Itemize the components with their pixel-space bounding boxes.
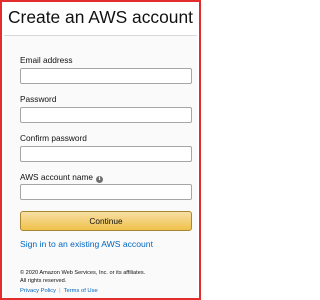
email-label: Email address — [20, 55, 73, 65]
account-name-field[interactable] — [20, 184, 192, 200]
email-field[interactable] — [20, 68, 192, 84]
signin-existing-account-link[interactable]: Sign in to an existing AWS account — [20, 239, 153, 249]
account-name-label-row: AWS account name i — [20, 172, 104, 183]
footer-links: Privacy Policy | Terms of Use — [20, 288, 98, 295]
continue-button[interactable]: Continue — [20, 211, 192, 231]
account-name-label: AWS account name — [20, 172, 94, 182]
copyright-line-2: All rights reserved. — [20, 277, 67, 284]
info-icon[interactable]: i — [96, 176, 104, 183]
footer-separator: | — [59, 288, 61, 294]
confirm-password-label: Confirm password — [20, 133, 87, 143]
page-title: Create an AWS account — [8, 7, 193, 27]
copyright-line-1: © 2020 Amazon Web Services, Inc. or its … — [20, 270, 146, 276]
password-label: Password — [20, 94, 57, 104]
copyright-notice: © 2020 Amazon Web Services, Inc. or its … — [20, 270, 192, 285]
confirm-password-field[interactable] — [20, 146, 192, 162]
password-field[interactable] — [20, 107, 192, 123]
terms-of-use-link[interactable]: Terms of Use — [64, 288, 98, 294]
privacy-policy-link[interactable]: Privacy Policy — [20, 288, 56, 294]
signup-form-panel: Email address Password Confirm password … — [4, 36, 197, 298]
signup-frame: Create an AWS account Email address Pass… — [0, 0, 201, 300]
